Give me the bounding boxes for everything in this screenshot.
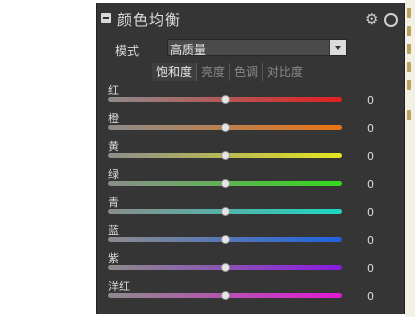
slider-row-blue: 蓝 0 — [97, 222, 404, 250]
tab-brightness[interactable]: 亮度 — [197, 63, 231, 81]
slider-row-red: 红 0 — [97, 82, 404, 110]
text-fragment-glyph — [407, 62, 411, 72]
slider-thumb[interactable] — [221, 235, 230, 244]
panel-title: 颜色均衡 — [117, 11, 182, 29]
slider-label: 绿 — [108, 168, 119, 181]
slider-row-purple: 紫 0 — [97, 250, 404, 278]
tab-saturation[interactable]: 饱和度 — [152, 63, 198, 81]
tab-contrast[interactable]: 对比度 — [263, 63, 307, 81]
slider-thumb[interactable] — [221, 263, 230, 272]
slider-value: 0 — [367, 206, 374, 219]
slider-label: 紫 — [108, 252, 119, 265]
slider-row-magenta: 洋红 0 — [97, 278, 404, 306]
slider-value: 0 — [367, 150, 374, 163]
slider-value: 0 — [367, 122, 374, 135]
text-fragment-glyph — [407, 110, 411, 120]
slider-row-cyan: 青 0 — [97, 194, 404, 222]
mode-label: 模式 — [115, 44, 140, 58]
slider-thumb[interactable] — [221, 151, 230, 160]
text-fragment-glyph — [407, 44, 411, 54]
slider-label: 青 — [108, 196, 119, 209]
circle-toggle-icon[interactable] — [384, 13, 398, 27]
slider-value: 0 — [367, 262, 374, 275]
color-balance-panel: 颜色均衡 ⚙ 模式 高质量 饱和度 亮度 色调 对比度 红 0 橙 0 黄 0 … — [96, 3, 405, 314]
slider-thumb[interactable] — [221, 123, 230, 132]
slider-row-yellow: 黄 0 — [97, 138, 404, 166]
mode-select-value: 高质量 — [170, 43, 207, 57]
slider-value: 0 — [367, 94, 374, 107]
text-fragment-glyph — [407, 26, 411, 36]
tab-hue[interactable]: 色调 — [230, 63, 264, 81]
slider-thumb[interactable] — [221, 291, 230, 300]
mode-select[interactable]: 高质量 — [167, 39, 347, 57]
slider-value: 0 — [367, 290, 374, 303]
slider-label: 红 — [108, 84, 119, 97]
collapse-minus-icon[interactable] — [101, 13, 111, 23]
slider-row-orange: 橙 0 — [97, 110, 404, 138]
slider-thumb[interactable] — [221, 179, 230, 188]
chevron-down-icon[interactable] — [329, 40, 346, 55]
slider-row-green: 绿 0 — [97, 166, 404, 194]
slider-thumb[interactable] — [221, 207, 230, 216]
slider-label: 橙 — [108, 112, 119, 125]
adjustment-tabs: 饱和度 亮度 色调 对比度 — [152, 63, 307, 81]
slider-value: 0 — [367, 178, 374, 191]
panel-header: 颜色均衡 ⚙ — [97, 7, 404, 33]
text-fragment-glyph — [407, 8, 411, 18]
slider-label: 蓝 — [108, 224, 119, 237]
text-fragment-glyph — [407, 80, 411, 90]
background-window-edge — [405, 0, 415, 317]
slider-value: 0 — [367, 234, 374, 247]
gear-icon[interactable]: ⚙ — [365, 12, 379, 27]
slider-thumb[interactable] — [221, 95, 230, 104]
slider-label: 黄 — [108, 140, 119, 153]
slider-label: 洋红 — [108, 280, 130, 293]
